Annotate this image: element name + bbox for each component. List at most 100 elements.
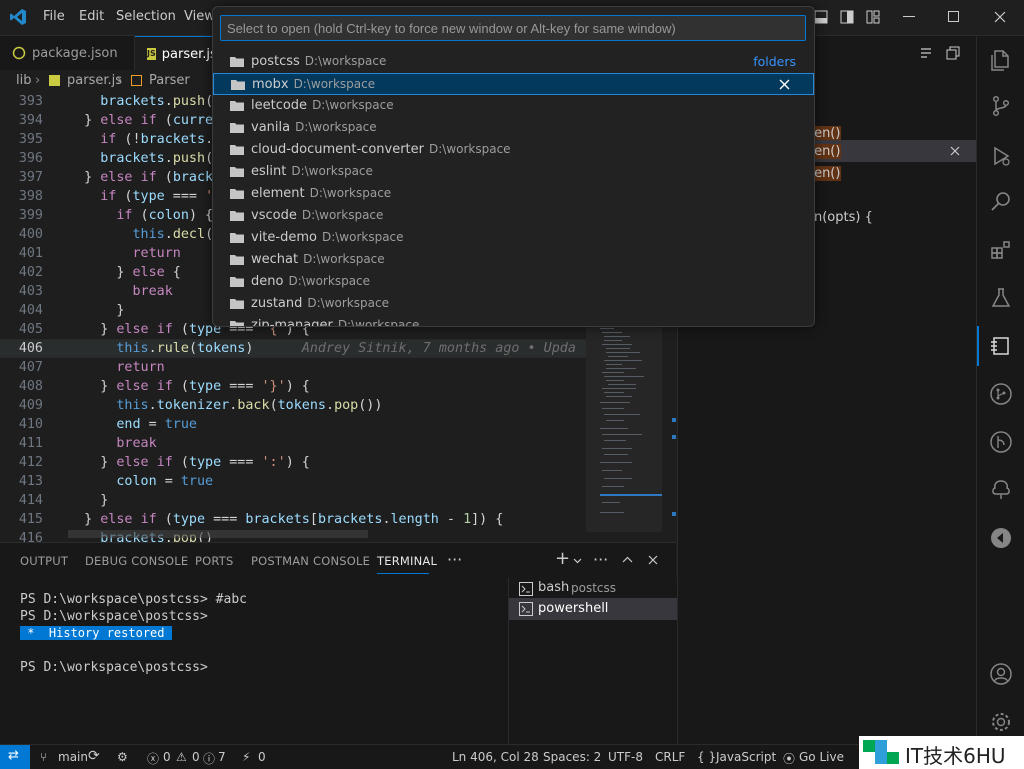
recent-folder-item[interactable]: cloud-document-converter D:\workspace (213, 139, 814, 161)
window-restore-icon[interactable] (946, 46, 960, 60)
remote-indicator[interactable]: ⇄ (0, 745, 30, 769)
recent-folder-item[interactable]: vscode D:\workspace (213, 205, 814, 227)
folder-icon (230, 101, 244, 111)
postman-icon[interactable] (989, 334, 1013, 358)
git-graph-icon[interactable] (989, 382, 1013, 406)
gitlens-icon[interactable] (989, 430, 1013, 454)
line-ending[interactable]: CRLF (655, 750, 685, 764)
tab-package-json[interactable]: package.json (0, 36, 135, 70)
recent-folder-item[interactable]: wechat D:\workspace (213, 249, 814, 271)
error-count[interactable]: 0 (163, 750, 171, 764)
new-terminal-icon[interactable]: + (555, 548, 570, 569)
class-icon (131, 75, 142, 86)
recent-folder-item[interactable]: vite-demo D:\workspace (213, 227, 814, 249)
minimize-icon[interactable] (903, 16, 915, 18)
go-live-button[interactable]: Go Live (799, 750, 844, 764)
open-recent-quick-pick: postcssD:\workspacefoldersmobxD:\workspa… (212, 6, 815, 327)
tree-icon[interactable] (989, 478, 1013, 502)
search-icon[interactable] (989, 190, 1013, 214)
menu-edit[interactable]: Edit (79, 9, 104, 24)
recent-folder-item[interactable]: leetcode D:\workspace (213, 95, 814, 117)
testing-flask-icon[interactable] (989, 286, 1013, 310)
recent-folder-item[interactable]: eslint D:\workspace (213, 161, 814, 183)
tab-ports[interactable]: PORTS (195, 554, 233, 568)
source-control-icon[interactable] (989, 94, 1013, 118)
indentation[interactable]: Spaces: 2 (543, 750, 601, 764)
git-graph-icon[interactable]: ⚙ (117, 750, 128, 764)
toggle-panel-icon[interactable] (814, 10, 828, 24)
activity-bar (976, 36, 1024, 744)
chevron-down-icon[interactable] (573, 558, 582, 564)
maximize-icon[interactable] (948, 11, 959, 22)
tab-output[interactable]: OUTPUT (20, 554, 68, 568)
extensions-icon[interactable] (989, 238, 1013, 262)
recent-folder-item[interactable]: zustand D:\workspace (213, 293, 814, 315)
warning-count[interactable]: 0 (192, 750, 200, 764)
code-line: 411 break (18, 436, 157, 451)
menu-file[interactable]: File (43, 9, 65, 24)
tab-debug-console[interactable]: DEBUG CONSOLE (85, 554, 188, 568)
explorer-icon[interactable] (989, 48, 1013, 72)
terminal-icon (519, 582, 533, 596)
tab-terminal[interactable]: TERMINAL (377, 554, 437, 568)
recent-folder-item[interactable]: element D:\workspace (213, 183, 814, 205)
tab-label: package.json (32, 45, 118, 61)
close-icon[interactable] (950, 146, 960, 156)
branch-name[interactable]: main (58, 750, 88, 764)
breadcrumb-folder[interactable]: lib (16, 73, 31, 88)
more-actions-icon[interactable]: ··· (447, 550, 462, 569)
toggle-secondary-sidebar-icon[interactable] (840, 10, 854, 24)
terminal-tab-bash[interactable]: bash postcss (509, 578, 677, 600)
info-count[interactable]: 7 (218, 750, 226, 764)
horizontal-scrollbar[interactable] (68, 530, 368, 538)
recent-folder-item[interactable]: deno D:\workspace (213, 271, 814, 293)
tab-parser-js[interactable]: JS parser.js (135, 36, 217, 71)
customize-layout-icon[interactable] (866, 10, 880, 24)
warning-icon: ⚠ (176, 750, 187, 764)
sync-icon[interactable]: ⟳ (88, 748, 100, 764)
recent-folder-item[interactable]: zip-manager D:\workspace (213, 315, 814, 326)
code-line: 410 end = true (18, 417, 197, 432)
recent-folder-item[interactable]: vanila D:\workspace (213, 117, 814, 139)
code-line-current: 406 this.rule(tokens) Andrey Sitnik, 7 m… (18, 341, 576, 356)
close-panel-icon[interactable] (648, 555, 658, 565)
js-file-icon (49, 75, 60, 86)
folder-icon (230, 233, 244, 243)
live-share-icon[interactable] (989, 526, 1013, 550)
menu-selection[interactable]: Selection (116, 9, 176, 24)
account-icon[interactable] (989, 662, 1013, 686)
run-debug-icon[interactable] (989, 144, 1013, 168)
chevron-right-icon: › (35, 73, 41, 88)
status-bar: ⇄ ⑂ main ⟳ ⚙ ⓧ 0 ⚠ 0 ⓘ 7 ⚡ 0 Ln 406, Col… (0, 736, 1024, 769)
breadcrumb-symbol[interactable]: Parser (149, 73, 190, 88)
code-line: 409 this.tokenizer.back(tokens.pop()) (18, 398, 383, 413)
close-window-icon[interactable] (994, 11, 1006, 23)
collapse-all-icon[interactable] (919, 46, 933, 60)
ports-count[interactable]: 0 (258, 750, 266, 764)
folder-icon (230, 57, 244, 67)
code-line: 413 colon = true (18, 474, 214, 489)
cursor-position[interactable]: Ln 406, Col 28 (452, 750, 539, 764)
language-mode[interactable]: JavaScript (716, 750, 776, 764)
terminal-tab-powershell[interactable]: powershell (509, 598, 677, 620)
menu-view[interactable]: View (184, 9, 215, 24)
terminal[interactable]: PS D:\workspace\postcss> #abc PS D:\work… (0, 578, 508, 744)
terminal-line: PS D:\workspace\postcss> (20, 609, 208, 624)
chevron-right-icon: › (117, 73, 123, 88)
active-indicator (977, 326, 979, 366)
recent-folder-item[interactable]: mobx D:\workspace (213, 73, 814, 95)
recent-folder-item[interactable]: postcss D:\workspace folders (213, 51, 814, 73)
breadcrumb-file[interactable]: parser.js (67, 73, 122, 88)
vscode-logo-icon (10, 9, 26, 25)
watermark: IT技术6HU (859, 736, 1024, 769)
folder-icon (230, 277, 244, 287)
go-live-icon: ⦿ (783, 752, 796, 766)
more-actions-icon[interactable]: ··· (593, 550, 608, 569)
settings-gear-icon[interactable] (989, 710, 1013, 734)
quick-pick-input[interactable] (220, 15, 806, 41)
maximize-panel-icon[interactable] (622, 556, 633, 563)
encoding[interactable]: UTF-8 (608, 750, 643, 764)
terminal-line: PS D:\workspace\postcss> #abc (20, 592, 247, 607)
remove-recent-icon[interactable] (779, 79, 790, 90)
tab-postman-console[interactable]: POSTMAN CONSOLE (251, 554, 370, 568)
